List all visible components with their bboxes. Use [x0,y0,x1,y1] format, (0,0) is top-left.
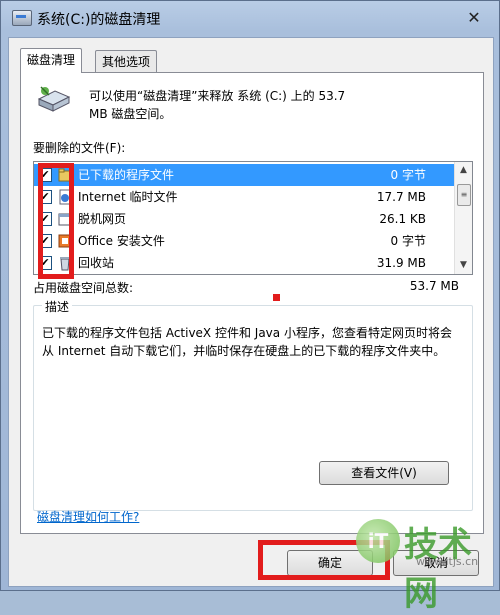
list-scrollbar[interactable]: ▲ ≡ ▼ [454,162,472,274]
tab-more-options[interactable]: 其他选项 [95,50,158,73]
scroll-down-icon[interactable]: ▼ [455,257,472,274]
file-name: Internet 临时文件 [78,190,178,204]
annotation-dot [273,294,280,301]
scroll-thumb[interactable]: ≡ [457,184,471,206]
files-to-delete-label: 要删除的文件(F): [33,141,126,155]
summary-line-1: 可以使用“磁盘清理”来释放 系统 (C:) 上的 53.7 [89,89,346,103]
list-item[interactable]: ✔ 回收站 31.9 MB [34,252,454,274]
file-size: 26.1 KB [379,212,426,226]
total-space-value: 53.7 MB [409,279,459,293]
list-item[interactable]: ✔ 已下载的程序文件 0 字节 [34,164,454,186]
list-item[interactable]: ✔ Internet 临时文件 17.7 MB [34,186,454,208]
file-name: Office 安装文件 [78,234,165,248]
scroll-up-icon[interactable]: ▲ [455,162,472,179]
file-size: 31.9 MB [376,256,426,270]
description-text: 已下载的程序文件包括 ActiveX 控件和 Java 小程序，您查看特定网页时… [42,326,452,358]
file-size: 0 字节 [390,168,426,182]
summary-text: 可以使用“磁盘清理”来释放 系统 (C:) 上的 53.7 MB 磁盘空间。 [89,87,469,123]
tab-panel: 可以使用“磁盘清理”来释放 系统 (C:) 上的 53.7 MB 磁盘空间。 要… [20,72,484,534]
description-group: 描述 已下载的程序文件包括 ActiveX 控件和 Java 小程序，您查看特定… [33,298,473,511]
checkbox-highlight-box [38,163,74,279]
files-list[interactable]: ✔ 已下载的程序文件 0 字节 ✔ Internet 临时文件 17.7 MB … [33,161,473,275]
watermark-url: www.itjs.cn [416,555,479,568]
file-name: 脱机网页 [78,212,127,226]
description-title: 描述 [42,298,73,315]
file-size: 17.7 MB [376,190,426,204]
dialog-client: 磁盘清理 其他选项 可以使用“磁盘清理”来释放 系统 (C:) 上的 53.7 … [8,37,494,587]
file-size: 0 字节 [390,234,426,248]
file-name: 回收站 [78,256,115,270]
list-item[interactable]: ✔ Office 安装文件 0 字节 [34,230,454,252]
disk-drive-icon [12,10,32,26]
view-files-button[interactable]: 查看文件(V) [319,461,449,485]
summary-line-2: MB 磁盘空间。 [89,107,172,121]
file-name: 已下载的程序文件 [78,168,175,182]
close-button[interactable]: ✕ [463,8,485,28]
tab-disk-cleanup[interactable]: 磁盘清理 [20,48,83,73]
disk-cleanup-icon [37,86,71,112]
total-space-label: 占用磁盘空间总数: [33,281,134,295]
watermark-logo-icon: iT [356,519,400,563]
disk-cleanup-window: 系统(C:)的磁盘清理 ✕ 磁盘清理 其他选项 可以使用“磁盘清理”来释放 系统… [0,0,500,591]
list-item[interactable]: ✔ 脱机网页 26.1 KB [34,208,454,230]
watermark: iT 技术网 www.itjs.cn [356,515,496,614]
title-bar[interactable]: 系统(C:)的磁盘清理 ✕ [1,1,499,37]
how-it-works-link[interactable]: 磁盘清理如何工作? [37,508,139,525]
window-title: 系统(C:)的磁盘清理 [37,12,161,28]
